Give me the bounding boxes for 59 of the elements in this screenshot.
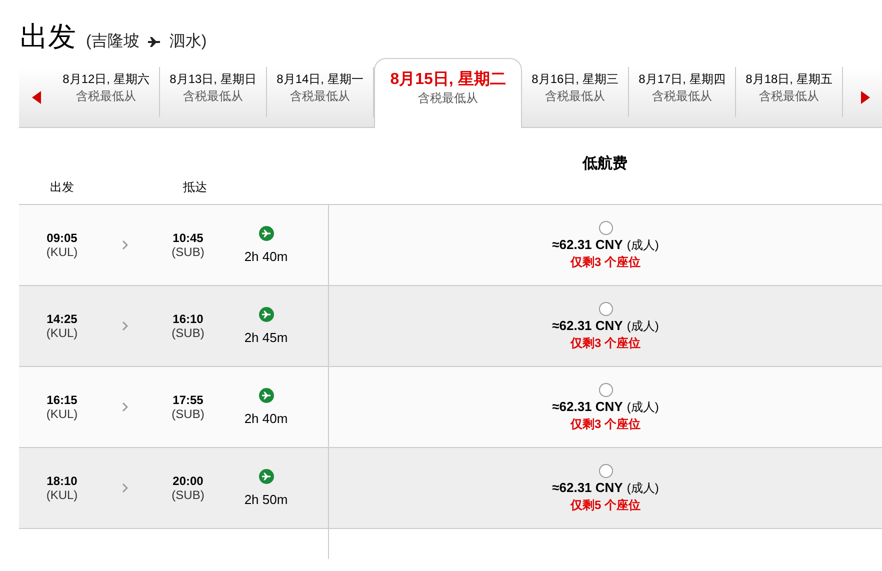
airport-code: (KUL)	[46, 326, 78, 340]
date-tab[interactable]: 8月18日, 星期五 含税最低从	[736, 67, 843, 117]
fare-radio[interactable]	[598, 383, 612, 397]
column-header: 抵达	[182, 179, 208, 196]
fare-price: ≈62.31 CNY	[552, 318, 623, 333]
date-tab[interactable]: 8月15日, 星期二 含税最低从	[374, 58, 522, 128]
seats-left: 仅剩5 个座位	[570, 497, 640, 514]
date-tab[interactable]: 8月12日, 星期六 含税最低从	[53, 67, 160, 117]
arrival-time: 16:10	[172, 312, 204, 326]
departure-time: 18:10	[46, 474, 78, 488]
direct-flight-icon	[258, 226, 274, 241]
airport-code: (KUL)	[46, 245, 78, 259]
seats-left: 仅剩3 个座位	[570, 335, 640, 352]
chevron-icon	[122, 402, 128, 412]
flight-duration: 2h 40m	[244, 249, 288, 264]
right-triangle-icon	[860, 90, 870, 104]
fare-radio[interactable]	[598, 302, 612, 316]
airplane-icon	[147, 36, 162, 48]
passenger-type: (成人)	[626, 399, 659, 416]
chevron-icon	[122, 321, 128, 331]
flight-duration: 2h 50m	[244, 492, 288, 507]
date-tab[interactable]: 8月17日, 星期四 含税最低从	[629, 67, 736, 117]
direct-flight-icon	[258, 307, 274, 322]
departure-time: 16:15	[46, 393, 78, 407]
airport-code: (SUB)	[172, 488, 204, 502]
flight-duration: 2h 45m	[244, 330, 288, 345]
departure-time: 14:25	[46, 312, 78, 326]
seats-left: 仅剩3 个座位	[570, 254, 640, 271]
arrival-time: 17:55	[172, 393, 204, 407]
airport-code: (SUB)	[172, 326, 204, 340]
direct-flight-icon	[258, 388, 274, 403]
passenger-type: (成人)	[626, 318, 659, 335]
column-header: 出发	[49, 179, 75, 196]
date-tab[interactable]: 8月16日, 星期三 含税最低从	[522, 67, 629, 117]
fare-radio[interactable]	[598, 464, 612, 478]
airport-code: (KUL)	[46, 488, 78, 502]
passenger-type: (成人)	[626, 237, 659, 254]
airport-code: (KUL)	[46, 407, 78, 421]
seats-left: 仅剩3 个座位	[570, 416, 640, 433]
fare-price: ≈62.31 CNY	[552, 399, 623, 414]
arrival-time: 20:00	[172, 474, 204, 488]
fare-price: ≈62.31 CNY	[552, 480, 623, 495]
left-triangle-icon	[32, 90, 40, 104]
direct-flight-icon	[258, 469, 274, 484]
date-tab[interactable]: 8月13日, 星期日 含税最低从	[160, 67, 267, 117]
chevron-icon	[122, 240, 128, 250]
flight-duration: 2h 40m	[244, 411, 288, 426]
arrival-time: 10:45	[172, 231, 204, 245]
destination-city: 泗水)	[169, 32, 207, 52]
passenger-type: (成人)	[626, 480, 659, 497]
departure-time: 09:05	[46, 231, 78, 245]
page-title: 出发	[20, 19, 76, 55]
chevron-icon	[122, 483, 128, 493]
fare-price: ≈62.31 CNY	[552, 237, 623, 252]
origin-city: (吉隆坡	[86, 32, 140, 52]
airport-code: (SUB)	[172, 245, 204, 259]
airport-code: (SUB)	[172, 407, 204, 421]
fare-radio[interactable]	[598, 221, 612, 235]
fare-class-heading: 低航费	[581, 154, 628, 173]
